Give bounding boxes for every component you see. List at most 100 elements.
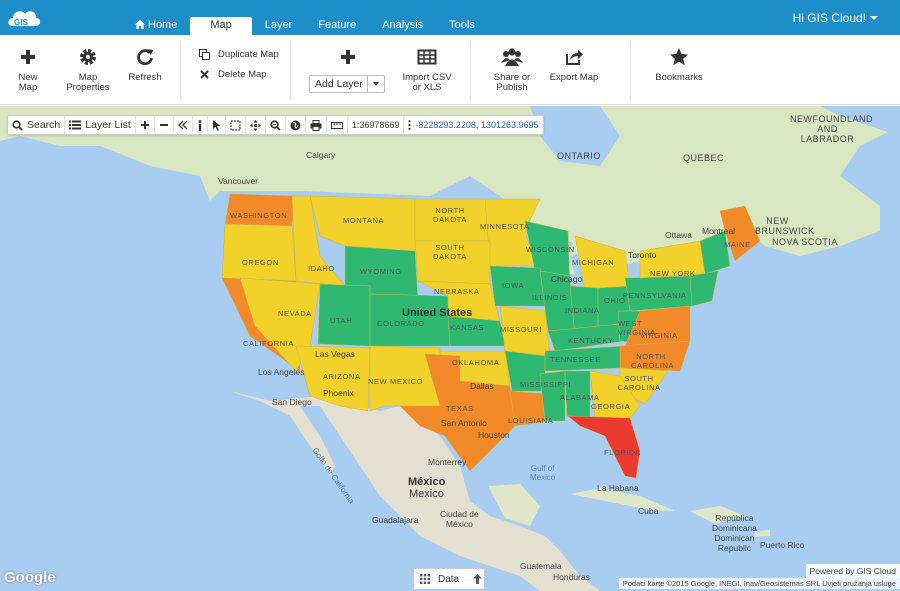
label-oklahoma: OKLAHOMA [452,358,500,367]
label-virginia: VIRGINIA [640,331,678,340]
label-indiana: INDIANA [565,306,600,315]
search-button[interactable]: Search [8,116,66,134]
label-monterrey: Monterrey [428,457,467,467]
label-iowa: IOWA [502,281,525,290]
label-minnesota: MINNESOTA [480,222,530,231]
refresh-icon [137,49,153,66]
label-puerto-rico: Puerto Rico [760,540,805,550]
label-montreal: Montreal [702,226,736,236]
label-michigan: MICHIGAN [572,258,615,267]
layer-list-button[interactable]: Layer List [65,116,136,134]
label-cuba: Cuba [638,506,659,516]
state-oregon[interactable] [221,223,297,282]
print-button[interactable] [306,116,327,134]
label-chicago: Chicago [551,274,583,284]
map-properties-button[interactable]: Map Properties [64,47,112,93]
svg-text:GIS: GIS [14,18,28,27]
state-florida[interactable] [567,415,641,479]
label-dominican-republic: República Dominicana Dominican Republic [712,513,757,553]
state-washington[interactable] [224,193,296,227]
label-new-york: NEW YORK [650,269,696,278]
arrow-up-icon [473,574,483,584]
add-layer-plus-icon[interactable] [340,48,356,68]
export-map-button[interactable]: Export Map [548,47,600,83]
label-new-brunswick: NEW BRUNSWICK [755,216,815,236]
star-icon [670,48,688,66]
import-csv-button[interactable]: Import CSV or XLS [400,47,454,93]
label-ottawa: Ottawa [665,230,692,240]
label-toronto: Toronto [628,250,657,260]
label-louisiana: LOUISIANA [508,416,554,425]
pan-button[interactable] [246,116,266,134]
label-wisconsin: WISCONSIN [526,245,575,254]
user-menu[interactable]: Hi GIS Cloud! [793,11,878,25]
select-button[interactable] [208,116,226,134]
label-vancouver: Vancouver [218,176,259,186]
label-nebraska: NEBRASKA [434,287,480,296]
minus-icon [159,124,168,126]
tab-analysis[interactable]: Analysis [369,17,436,35]
print-icon [310,119,322,131]
label-south-carolina: SOUTH CAROLINA [617,374,661,392]
copy-icon [199,49,210,60]
zoom-icon [270,119,281,131]
label-dallas: Dallas [470,381,494,391]
powered-by-label[interactable]: Powered by GIS Cloud [805,564,900,578]
tab-home[interactable]: Home [122,17,190,35]
zoom-out-button[interactable] [155,116,174,134]
gis-cloud-logo[interactable]: GIS [6,4,42,31]
measure-button[interactable] [327,116,348,134]
label-maine: MAINE [724,240,751,249]
label-pennsylvania: PENNSYLVANIA [623,291,687,300]
map-attribution: Podaci karte ©2015 Google, INEGI, Inav/G… [618,578,900,589]
bookmarks-button[interactable]: Bookmarks [652,47,706,83]
label-las-vegas: Las Vegas [315,349,355,359]
plus-icon [21,50,35,64]
zoom-in-button[interactable] [136,116,155,134]
export-icon [566,50,583,65]
duplicate-map-button[interactable]: Duplicate Map [199,49,279,60]
label-tennessee: TENNESSEE [550,355,601,364]
label-guatemala: Guatemala [520,561,562,571]
box-select-button[interactable] [226,116,246,134]
double-chevron-left-icon [177,120,188,130]
label-ontario: ONTARIO [557,151,601,161]
search-icon [12,119,23,131]
label-united-states: United States [402,307,473,319]
zoom-extent-button[interactable] [266,116,286,134]
chevron-down-icon [367,76,384,92]
label-missouri: MISSOURI [500,325,542,334]
info-button[interactable] [193,116,208,134]
ribbon-divider [290,40,291,100]
delete-map-button[interactable]: Delete Map [199,69,267,80]
cursor-icon [212,119,221,131]
state-utah[interactable] [317,283,371,347]
tab-map[interactable]: Map [190,17,252,35]
label-gulf-of-mexico: Gulf of Mexico [530,464,556,482]
home-icon [135,20,145,29]
label-oregon: OREGON [242,258,279,267]
collapse-toolbar-button[interactable] [174,116,193,134]
pan-icon [249,119,261,131]
map-canvas[interactable]: WASHINGTON MONTANA NORTH DAKOTA MINNESOT… [0,106,900,591]
label-texas: TEXAS [446,404,474,413]
label-california: CALIFORNIA [243,339,295,348]
gear-icon [80,49,96,65]
label-guadalajara: Guadalajara [372,515,419,525]
label-mississippi: MISSISSIPPI [520,380,572,389]
tab-tools[interactable]: Tools [436,17,488,35]
main-tabs: Home Map Layer Feature Analysis Tools [122,17,488,35]
label-alabama: ALABAMA [560,393,600,402]
data-panel-button[interactable]: Data [413,568,485,590]
tab-feature[interactable]: Feature [305,17,369,35]
tab-layer[interactable]: Layer [252,17,306,35]
label-quebec: QUEBEC [683,153,725,163]
refresh-button[interactable]: Refresh [125,47,165,83]
google-logo: Google [4,569,56,586]
share-publish-button[interactable]: Share or Publish [488,47,536,93]
label-south-dakota: SOUTH DAKOTA [433,243,467,261]
add-layer-dropdown[interactable]: Add Layer [309,75,385,93]
globe-button[interactable] [286,116,306,134]
label-newfoundland: NEWFOUNDLAND AND LABRADOR [790,114,874,144]
new-map-button[interactable]: New Map [8,47,48,93]
